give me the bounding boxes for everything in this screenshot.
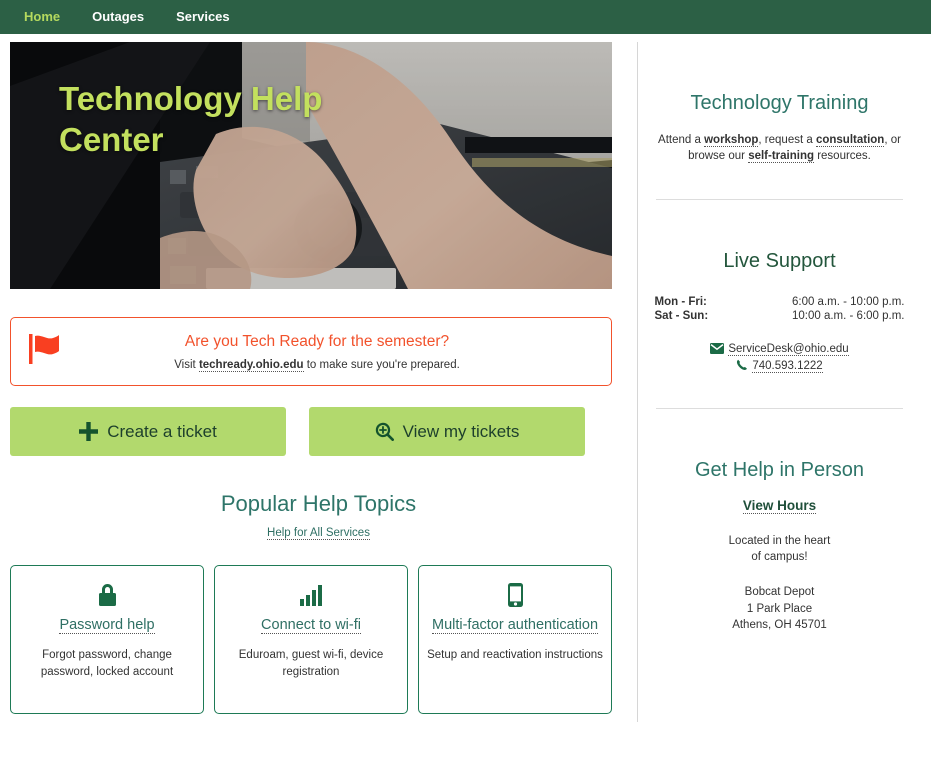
flag-icon	[25, 331, 73, 372]
topic-card-password-help[interactable]: Password help Forgot password, change pa…	[10, 565, 204, 714]
alert-sub-prefix: Visit	[174, 359, 199, 372]
training-text-4: resources.	[814, 150, 871, 163]
nav-item-services[interactable]: Services	[160, 0, 246, 34]
view-tickets-label: View my tickets	[402, 421, 520, 441]
address-block: Bobcat Depot 1 Park Place Athens, OH 457…	[646, 584, 913, 634]
top-navigation-bar: Home Outages Services	[0, 0, 931, 34]
topic-cards: Password help Forgot password, change pa…	[10, 565, 627, 714]
tech-ready-alert: Are you Tech Ready for the semester? Vis…	[10, 317, 612, 386]
hero-title: Technology Help Center	[59, 80, 323, 159]
phone-icon	[736, 359, 748, 374]
topic-title[interactable]: Multi-factor authentication	[431, 617, 599, 634]
technology-training-text: Attend a workshop, request a consultatio…	[646, 132, 913, 165]
create-ticket-button[interactable]: Create a ticket	[10, 407, 286, 456]
self-training-link[interactable]: self-training	[748, 150, 814, 164]
envelope-icon	[710, 342, 725, 357]
plus-icon	[79, 422, 99, 441]
live-support-contact: ServiceDesk@ohio.edu 740.593.1222	[646, 342, 913, 374]
hours-row: Sat - Sun: 10:00 a.m. - 6:00 p.m.	[655, 309, 905, 323]
hours-days: Mon - Fri:	[654, 295, 707, 308]
topic-description: Setup and reactivation instructions	[427, 649, 603, 661]
address-line-3: Athens, OH 45701	[732, 619, 827, 632]
email-row: ServiceDesk@ohio.edu	[646, 342, 913, 357]
service-desk-email-link[interactable]: ServiceDesk@ohio.edu	[728, 342, 849, 356]
service-desk-phone-link[interactable]: 740.593.1222	[752, 359, 823, 373]
address-line-1: Bobcat Depot	[744, 586, 815, 598]
mobile-phone-icon	[427, 582, 603, 608]
topic-description: Eduroam, guest wi-fi, device registratio…	[238, 649, 384, 678]
techready-link[interactable]: techready.ohio.edu	[198, 359, 304, 373]
zoom-in-icon	[375, 422, 394, 441]
campus-blurb-line-2: of campus!	[751, 551, 808, 564]
phone-row: 740.593.1222	[646, 359, 913, 374]
technology-training-heading: Technology Training	[690, 92, 869, 114]
wifi-signal-icon	[223, 582, 399, 608]
topic-title[interactable]: Connect to wi-fi	[261, 617, 361, 634]
view-hours-link[interactable]: View Hours	[742, 498, 817, 514]
main-content-column: Technology Help Center Are you Tech Read…	[0, 34, 637, 714]
hours-time: 6:00 a.m. - 10:00 p.m.	[791, 295, 905, 308]
topic-card-multi-factor-authentication[interactable]: Multi-factor authentication Setup and re…	[418, 565, 612, 714]
sidebar-divider-2	[656, 407, 903, 409]
hours-days: Sat - Sun:	[654, 309, 709, 322]
workshop-link[interactable]: workshop	[704, 134, 759, 147]
address-line-2: 1 Park Place	[746, 602, 813, 615]
alert-sub-suffix: to make sure you're prepared.	[303, 359, 460, 372]
live-support-hours-table: Mon - Fri: 6:00 a.m. - 10:00 p.m. Sat - …	[655, 295, 905, 323]
hero-banner: Technology Help Center	[10, 42, 612, 289]
training-text-2: , request a	[758, 134, 816, 146]
view-tickets-button[interactable]: View my tickets	[309, 407, 585, 456]
campus-blurb-line-1: Located in the heart	[728, 534, 831, 547]
training-text-1: Attend a	[658, 134, 705, 146]
topic-card-connect-to-wifi[interactable]: Connect to wi-fi Eduroam, guest wi-fi, d…	[214, 565, 408, 714]
lock-icon	[19, 582, 195, 608]
alert-body: Are you Tech Ready for the semester? Vis…	[73, 332, 597, 373]
get-help-in-person-heading: Get Help in Person	[695, 458, 864, 481]
topic-description: Forgot password, change password, locked…	[40, 649, 174, 678]
consultation-link[interactable]: consultation	[815, 134, 885, 147]
alert-subtext: Visit techready.ohio.edu to make sure yo…	[73, 359, 561, 373]
popular-topics-header: Popular Help Topics Help for All Service…	[10, 491, 627, 541]
help-for-all-services-link[interactable]: Help for All Services	[267, 527, 370, 540]
alert-title: Are you Tech Ready for the semester?	[184, 332, 450, 350]
campus-blurb: Located in the heart of campus!	[646, 533, 913, 566]
topic-title[interactable]: Password help	[59, 617, 155, 634]
live-support-heading: Live Support	[723, 249, 836, 272]
nav-item-home[interactable]: Home	[8, 0, 76, 34]
create-ticket-label: Create a ticket	[107, 421, 217, 441]
hours-row: Mon - Fri: 6:00 a.m. - 10:00 p.m.	[655, 295, 905, 309]
ticket-action-row: Create a ticket View my tickets	[10, 407, 627, 456]
sidebar-column: Technology Training Attend a workshop, r…	[638, 34, 921, 634]
nav-item-outages[interactable]: Outages	[76, 0, 160, 34]
page-body: Technology Help Center Are you Tech Read…	[0, 34, 931, 757]
popular-topics-title: Popular Help Topics	[220, 491, 417, 516]
sidebar-divider-1	[656, 198, 903, 200]
hours-time: 10:00 a.m. - 6:00 p.m.	[791, 309, 905, 322]
